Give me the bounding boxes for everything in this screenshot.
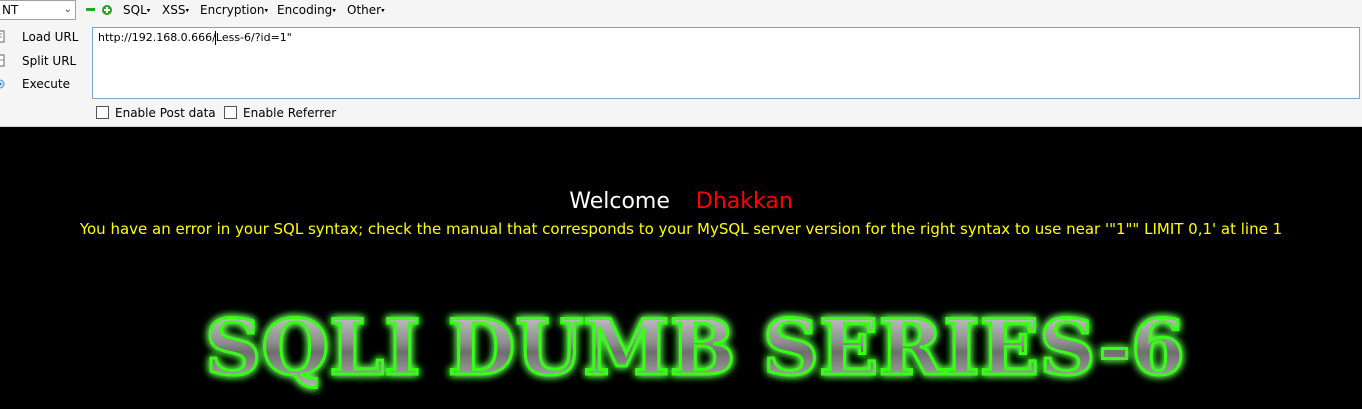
load-url-button[interactable]: Load URL <box>0 27 90 49</box>
menu-encryption-label: Encryption <box>200 3 265 17</box>
sql-error-message: You have an error in your SQL syntax; ch… <box>79 220 1283 238</box>
url-value: http://192.168.0.666/Less-6/?id=1" <box>98 31 292 44</box>
user-name-text: Dhakkan <box>695 189 793 214</box>
welcome-line: Welcome Dhakkan <box>0 189 1362 214</box>
menu-arrow-icon: ▾ <box>381 6 385 15</box>
execute-button[interactable]: Execute <box>0 74 90 96</box>
menu-sql[interactable]: SQL▾ <box>123 3 150 17</box>
menu-other-label: Other <box>347 3 382 17</box>
enable-post-data-checkbox[interactable]: Enable Post data <box>96 106 216 120</box>
menu-arrow-icon: ▾ <box>185 6 189 15</box>
menu-encoding[interactable]: Encoding▾ <box>277 3 336 17</box>
menu-arrow-icon: ▾ <box>264 6 268 15</box>
load-url-label: Load URL <box>22 30 79 44</box>
series-banner: SQLI DUMB SERIES-6 <box>204 302 1187 394</box>
menu-encoding-label: Encoding <box>277 3 333 17</box>
page-content: Welcome Dhakkan You have an error in your… <box>0 127 1362 409</box>
checkbox-icon <box>96 106 109 119</box>
menu-other[interactable]: Other▾ <box>347 3 385 17</box>
menu-sql-label: SQL <box>123 3 147 17</box>
enable-post-data-label: Enable Post data <box>115 106 216 120</box>
menu-arrow-icon: ▾ <box>146 6 151 15</box>
enable-referrer-checkbox[interactable]: Enable Referrer <box>224 106 336 120</box>
split-url-icon <box>0 54 5 67</box>
load-url-icon <box>0 30 5 43</box>
menu-arrow-icon: ▾ <box>332 6 336 15</box>
hackbar-menubar: NT ⌄ SQL▾ XSS▾ Encryption▾ Encoding▾ Oth… <box>0 0 1362 22</box>
execute-label: Execute <box>22 77 70 91</box>
execute-icon <box>0 79 5 89</box>
hackbar-toolbar: NT ⌄ SQL▾ XSS▾ Encryption▾ Encoding▾ Oth… <box>0 0 1362 127</box>
menu-xss[interactable]: XSS▾ <box>162 3 189 17</box>
enable-referrer-label: Enable Referrer <box>243 106 337 120</box>
url-textarea[interactable]: http://192.168.0.666/Less-6/?id=1" <box>92 27 1360 99</box>
preset-dropdown[interactable]: NT ⌄ <box>0 0 76 20</box>
chevron-down-icon: ⌄ <box>63 4 72 15</box>
split-url-button[interactable]: Split URL <box>0 51 90 73</box>
split-url-label: Split URL <box>22 54 77 68</box>
text-caret <box>215 31 216 45</box>
banner-text: SQLI DUMB SERIES-6 <box>205 303 1185 392</box>
preset-dropdown-value: NT <box>2 3 19 17</box>
menu-xss-label: XSS <box>162 3 186 17</box>
welcome-text: Welcome <box>569 189 670 214</box>
minus-icon[interactable] <box>86 5 95 14</box>
plus-icon[interactable] <box>102 5 112 15</box>
checkbox-icon <box>224 106 237 119</box>
menu-encryption[interactable]: Encryption▾ <box>200 3 268 17</box>
